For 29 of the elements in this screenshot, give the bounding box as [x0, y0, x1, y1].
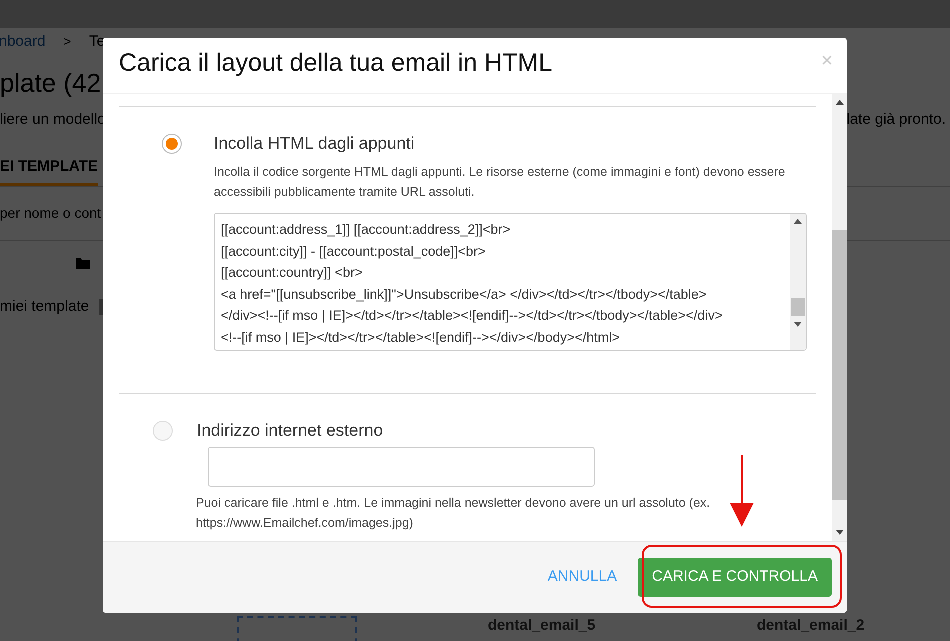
dialog-title: Carica il layout della tua email in HTML: [119, 48, 553, 79]
folder-plus-icon: [76, 257, 90, 269]
help-text: Puoi caricare file .html e .htm. Le immagini nella newsletter devono avere un url assoluto (ex. https://www.Emailchef.com/images.jpg): [196, 495, 712, 532]
option-description: Incolla il codice sorgente HTML dagli appunti. Le risorse esterne (come immagini e font) devono essere accessibili pubblicamente tramite URL assoluti.: [214, 164, 786, 201]
code-line: </div><!--[if mso | IE]></td></tr></table><![endif]--></td></tr></tbody></table></div>: [221, 307, 724, 325]
code-line: <a href="[[unsubscribe_link]]">Unsubscribe</a> </div></td></tr></tbody></table>: [221, 286, 708, 304]
down-arrow-drawing: [729, 455, 755, 527]
code-textarea[interactable]: [214, 213, 807, 351]
search-field[interactable]: per nome o cont: [0, 203, 102, 224]
url-input[interactable]: [208, 447, 595, 487]
code-line: [[account:country]] <br>: [221, 264, 364, 282]
radio-button[interactable]: [162, 134, 182, 154]
cancel-button[interactable]: ANNULLA: [548, 566, 618, 589]
code-line: [[account:address_1]] [[account:address_2]]<br>: [221, 221, 512, 239]
radio-button[interactable]: [153, 421, 173, 441]
template-name: dental_email_5: [488, 616, 596, 636]
code-line: [[account:city]] - [[account:postal_code]]<br>: [221, 242, 487, 261]
code-line: <!--[if mso | IE]></td></tr></table><![endif]--></div></body></html>: [221, 328, 621, 347]
intro-text: late già pronto.: [846, 110, 946, 130]
upload-button[interactable]: CARICA E CONTROLLA: [638, 558, 832, 597]
option-label[interactable]: Indirizzo internet esterno: [197, 421, 816, 441]
breadcrumb-separator: >: [64, 33, 72, 52]
option-label[interactable]: Incolla HTML dagli appunti: [214, 134, 814, 154]
tab[interactable]: EI TEMPLATE: [0, 156, 98, 186]
breadcrumb-link[interactable]: nboard: [0, 30, 46, 54]
folder-label: miei template: [0, 296, 90, 317]
close-button[interactable]: ×: [821, 50, 833, 70]
page-heading: plate (42: [0, 67, 102, 99]
template-name: dental_email_2: [757, 616, 865, 636]
